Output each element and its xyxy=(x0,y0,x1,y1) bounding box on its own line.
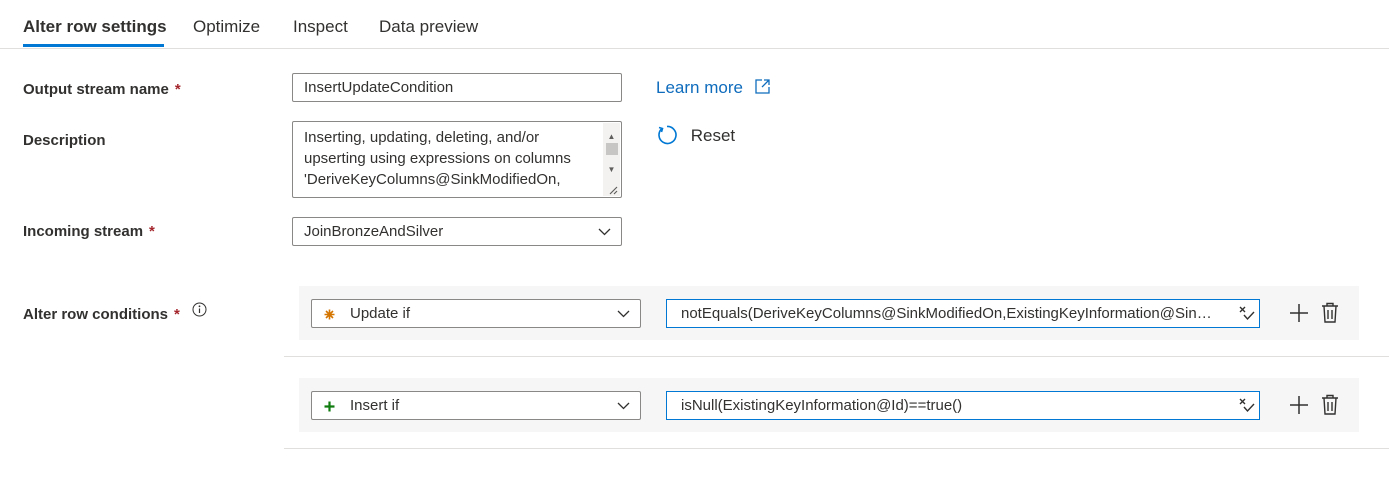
required-marker: * xyxy=(174,81,181,98)
incoming-stream-label-text: Incoming stream xyxy=(23,223,144,240)
incoming-stream-label: Incoming stream * xyxy=(23,223,155,240)
scroll-thumb[interactable] xyxy=(606,143,618,155)
plus-icon xyxy=(324,401,335,412)
tab-optimize[interactable]: Optimize xyxy=(193,17,260,37)
condition-type-dropdown[interactable]: Update if xyxy=(311,299,641,328)
condition-expression-text: notEquals(DeriveKeyColumns@SinkModifiedO… xyxy=(681,305,1260,322)
output-stream-name-input[interactable]: InsertUpdateCondition xyxy=(292,73,622,102)
external-link-icon xyxy=(755,79,770,94)
incoming-stream-dropdown[interactable]: JoinBronzeAndSilver xyxy=(292,217,622,246)
learn-more-link[interactable]: Learn more xyxy=(656,78,771,98)
condition-type-dropdown[interactable]: Insert if xyxy=(311,391,641,420)
condition-separator xyxy=(284,448,1389,449)
required-marker: * xyxy=(174,306,180,323)
expression-builder-icon[interactable] xyxy=(1239,398,1255,414)
active-tab-indicator xyxy=(23,44,164,47)
expression-builder-icon[interactable] xyxy=(1239,306,1255,322)
condition-row-insert: Insert if isNull(ExistingKeyInformation@… xyxy=(299,378,1359,432)
output-stream-name-label: Output stream name * xyxy=(23,81,181,98)
delete-condition-icon[interactable] xyxy=(1321,394,1339,415)
condition-expression-input[interactable]: isNull(ExistingKeyInformation@Id)==true(… xyxy=(666,391,1260,420)
condition-separator xyxy=(284,356,1389,357)
output-stream-name-label-text: Output stream name xyxy=(23,81,169,98)
tab-bar: Alter row settings Optimize Inspect Data… xyxy=(0,0,1389,49)
alter-row-conditions-label: Alter row conditions * xyxy=(23,306,180,323)
reset-icon xyxy=(658,125,677,145)
description-label: Description xyxy=(23,132,106,149)
add-condition-icon[interactable] xyxy=(1289,395,1309,415)
condition-expression-text: isNull(ExistingKeyInformation@Id)==true(… xyxy=(681,397,963,414)
add-condition-icon[interactable] xyxy=(1289,303,1309,323)
resize-handle-icon[interactable] xyxy=(608,185,618,195)
tab-alter-row-settings[interactable]: Alter row settings xyxy=(23,17,167,37)
alter-row-conditions-label-text: Alter row conditions xyxy=(23,306,169,323)
asterisk-icon xyxy=(324,309,335,320)
incoming-stream-value: JoinBronzeAndSilver xyxy=(304,223,444,240)
condition-expression-input[interactable]: notEquals(DeriveKeyColumns@SinkModifiedO… xyxy=(666,299,1260,328)
reset-button[interactable]: Reset xyxy=(656,124,735,146)
learn-more-text: Learn more xyxy=(656,78,743,97)
delete-condition-icon[interactable] xyxy=(1321,302,1339,323)
chevron-down-icon xyxy=(617,402,630,410)
chevron-down-icon xyxy=(598,228,611,236)
reset-label: Reset xyxy=(690,126,736,145)
condition-type-value: Insert if xyxy=(350,397,400,414)
description-textarea[interactable]: Inserting, updating, deleting, and/or up… xyxy=(292,121,622,198)
scroll-down-icon[interactable]: ▼ xyxy=(603,159,620,180)
condition-row-update: Update if notEquals(DeriveKeyColumns@Sin… xyxy=(299,286,1359,340)
tab-inspect[interactable]: Inspect xyxy=(293,17,348,37)
tab-data-preview[interactable]: Data preview xyxy=(379,17,478,37)
condition-type-value: Update if xyxy=(350,305,411,322)
chevron-down-icon xyxy=(617,310,630,318)
info-icon[interactable] xyxy=(192,302,207,317)
required-marker: * xyxy=(149,223,155,240)
description-text: Inserting, updating, deleting, and/or up… xyxy=(304,129,571,188)
